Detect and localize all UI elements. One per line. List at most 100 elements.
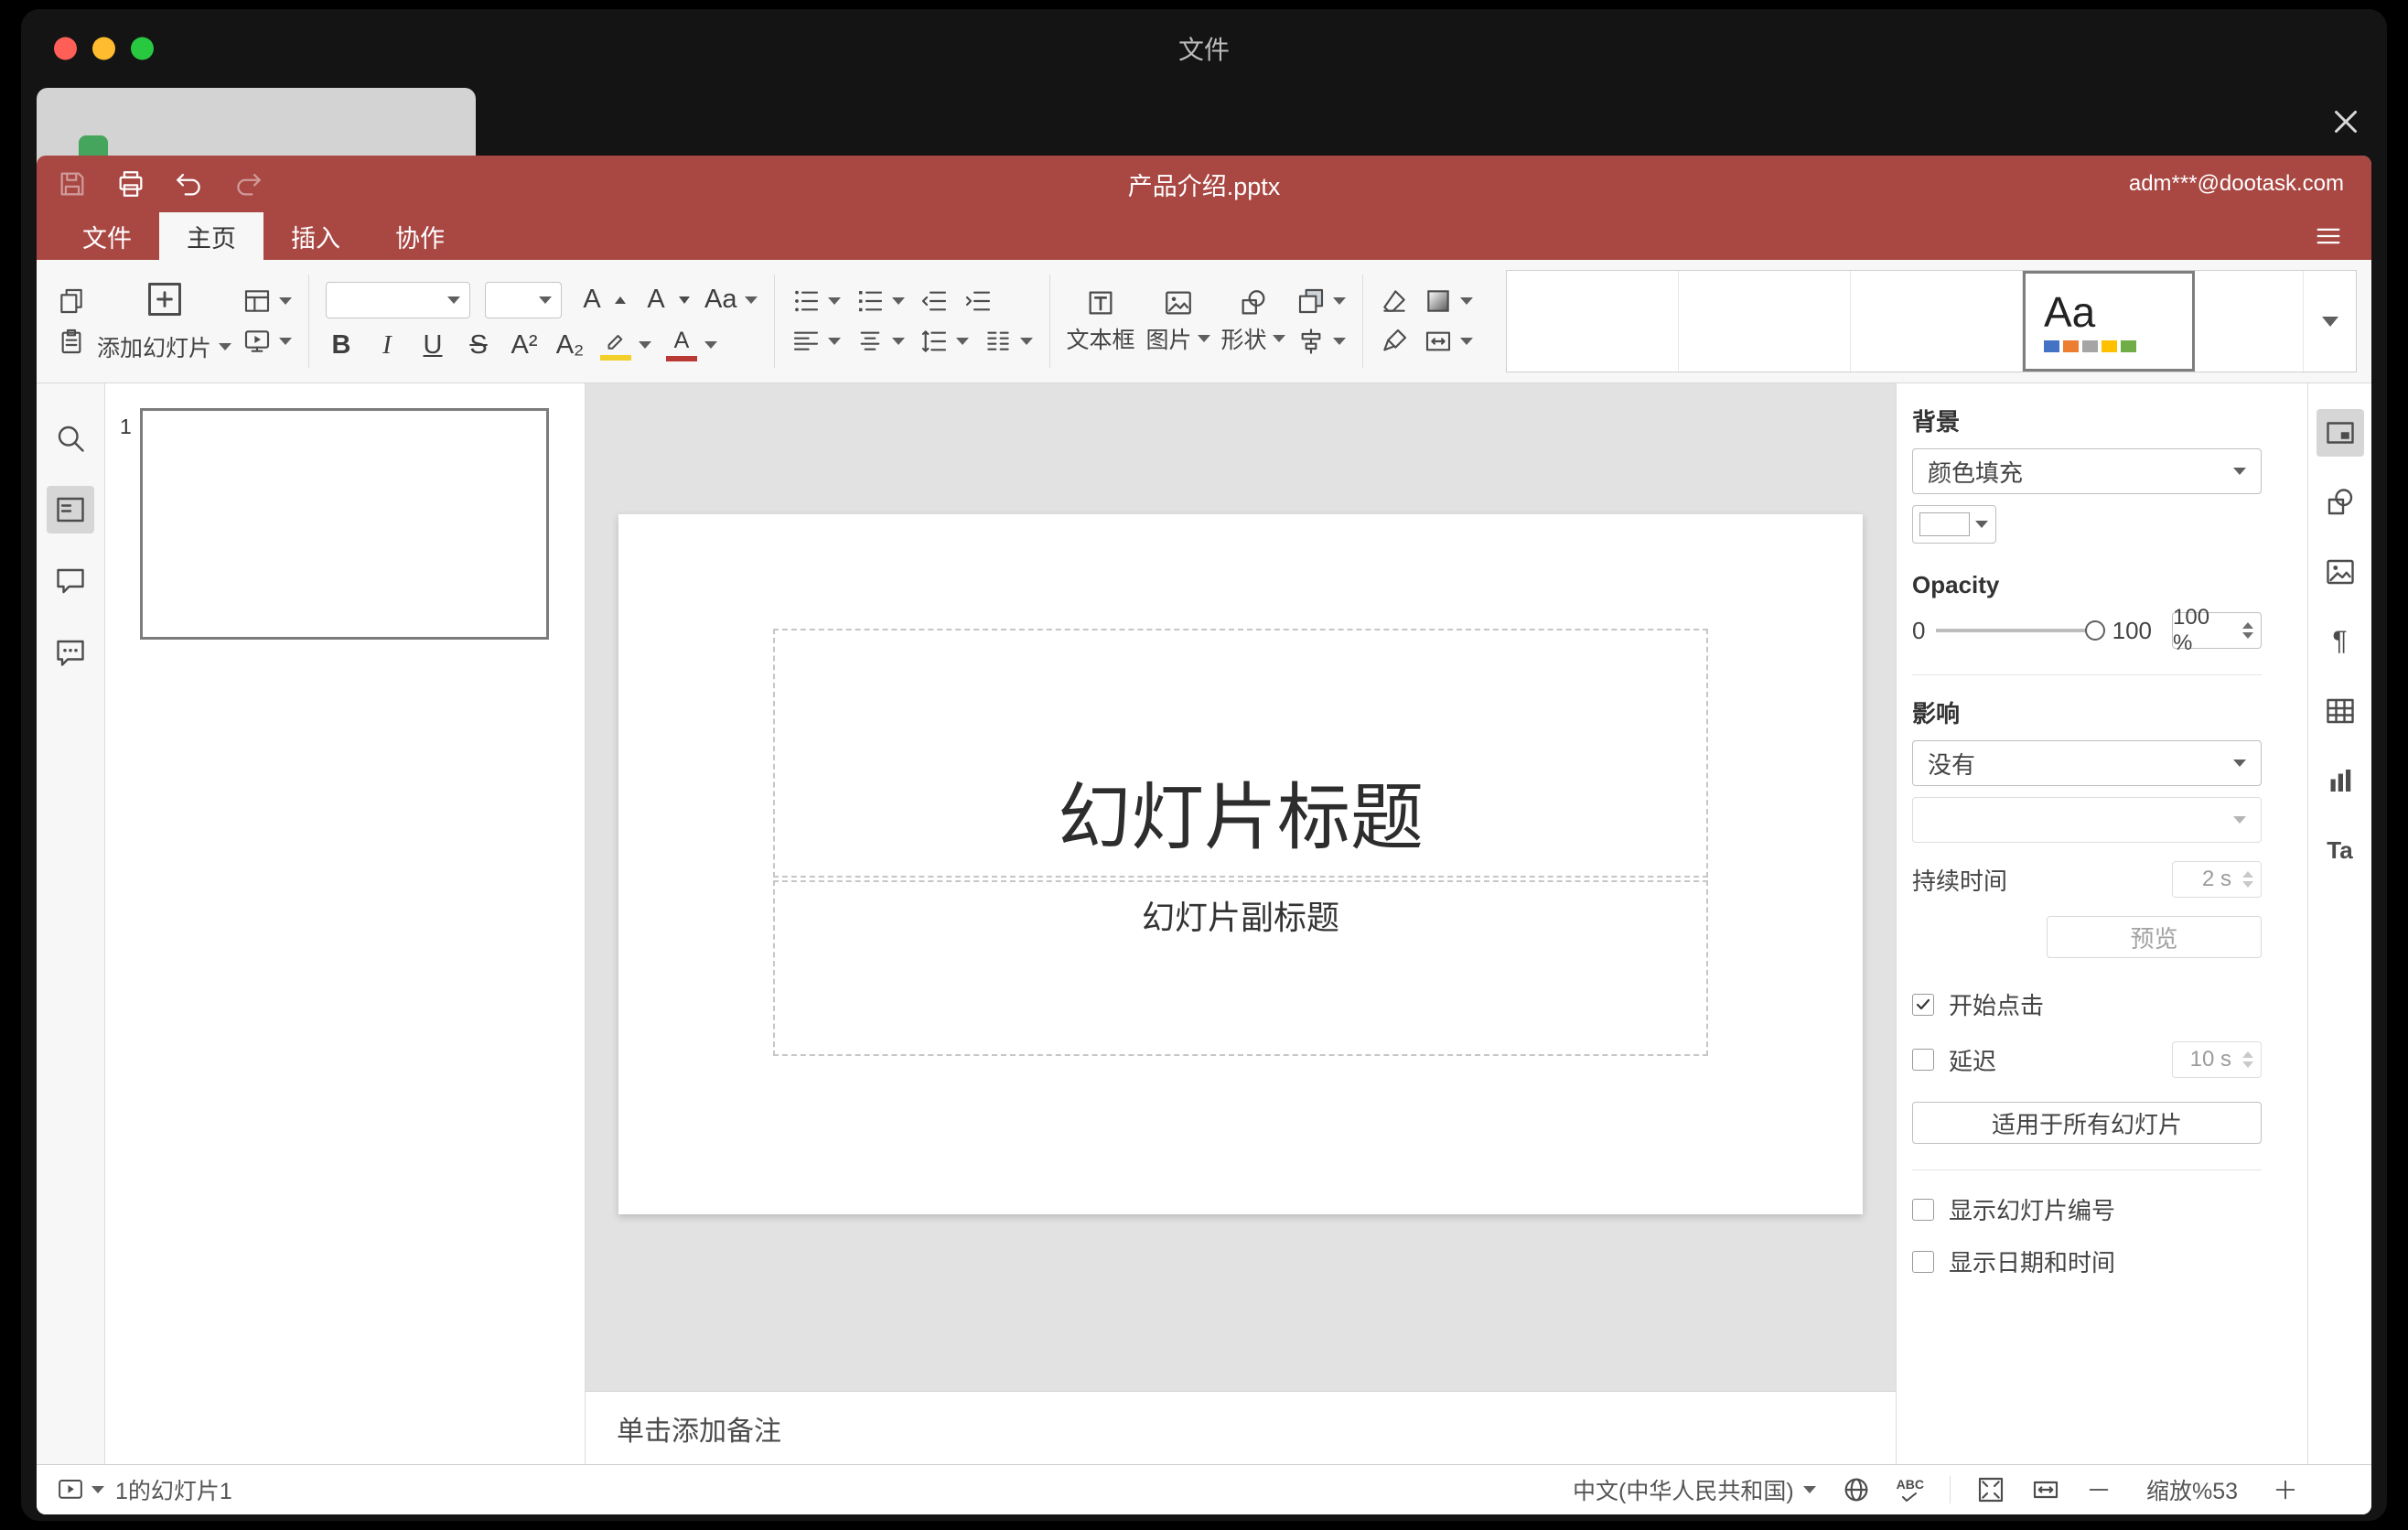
slide-layout-button[interactable] <box>242 286 293 316</box>
arrange-shapes-button[interactable] <box>1296 286 1346 316</box>
document-language-button[interactable] <box>1842 1475 1871 1504</box>
highlight-color-button[interactable] <box>600 329 632 361</box>
delay-checkbox[interactable] <box>1912 1049 1934 1071</box>
start-slideshow-statusbar-button[interactable] <box>57 1476 104 1503</box>
save-button[interactable] <box>55 167 90 201</box>
show-date-time-checkbox[interactable] <box>1912 1250 1934 1273</box>
image-settings-tab[interactable] <box>2317 548 2364 596</box>
undo-button[interactable] <box>172 167 207 201</box>
menu-icon[interactable] <box>2313 221 2344 252</box>
delay-spinner[interactable]: 10 s <box>2172 1041 2262 1078</box>
horizontal-align-button[interactable] <box>791 327 841 356</box>
font-name-combo[interactable] <box>326 281 471 318</box>
theme-option-2[interactable] <box>1679 271 1851 372</box>
copy-button[interactable] <box>57 286 86 316</box>
increase-indent-button[interactable] <box>963 286 993 316</box>
start-slideshow-button[interactable] <box>242 327 293 356</box>
textart-settings-tab[interactable]: Ta <box>2317 826 2364 874</box>
preview-button[interactable]: 预览 <box>2047 916 2262 958</box>
change-case-button[interactable]: Aa <box>704 286 758 313</box>
shape-fill-button[interactable] <box>1424 286 1473 316</box>
paste-button[interactable] <box>57 327 86 356</box>
slides-panel-button[interactable] <box>47 486 94 533</box>
spinner-arrows-icon[interactable] <box>2242 1051 2253 1068</box>
columns-button[interactable] <box>984 327 1033 356</box>
zoom-traffic-light[interactable] <box>131 37 154 60</box>
font-size-combo[interactable] <box>485 281 563 318</box>
table-settings-tab[interactable] <box>2317 687 2364 735</box>
font-color-button[interactable]: A <box>666 329 698 361</box>
tab-insert[interactable]: 插入 <box>263 212 368 260</box>
slide-canvas[interactable]: 幻灯片标题 幻灯片副标题 <box>618 514 1863 1214</box>
fit-to-width-button[interactable] <box>2031 1475 2060 1504</box>
tab-collaboration[interactable]: 协作 <box>368 212 472 260</box>
zoom-out-button[interactable] <box>2086 1477 2112 1503</box>
opacity-spinner[interactable]: 100 % <box>2172 605 2262 655</box>
canvas-area[interactable]: 幻灯片标题 幻灯片副标题 <box>586 383 1896 1391</box>
spellcheck-button[interactable]: ABC <box>1897 1478 1924 1502</box>
numbering-button[interactable] <box>855 286 905 316</box>
chart-settings-tab[interactable] <box>2317 757 2364 804</box>
align-shapes-button[interactable] <box>1296 327 1346 356</box>
bullets-button[interactable] <box>791 286 841 316</box>
toolbar-divider <box>773 275 775 368</box>
slide-thumbnail[interactable] <box>140 408 549 640</box>
decrease-font-button[interactable]: A <box>640 286 691 313</box>
minimize-traffic-light[interactable] <box>92 37 115 60</box>
notes-area[interactable]: 单击添加备注 <box>586 1391 1896 1464</box>
italic-button[interactable]: I <box>371 331 403 359</box>
textbox-button[interactable]: 文本框 <box>1067 287 1135 355</box>
close-traffic-light[interactable] <box>54 37 77 60</box>
theme-option-selected[interactable]: Aa <box>2023 271 2195 372</box>
tab-home[interactable]: 主页 <box>159 212 263 260</box>
effect-select[interactable]: 没有 <box>1912 740 2262 786</box>
paragraph-settings-tab[interactable]: ¶ <box>2317 618 2364 665</box>
insert-shape-button[interactable]: 形状 <box>1221 287 1285 355</box>
increase-font-button[interactable]: A <box>576 286 627 313</box>
slide-subtitle-placeholder[interactable]: 幻灯片副标题 <box>773 880 1708 1056</box>
vertical-align-button[interactable] <box>855 327 905 356</box>
line-spacing-button[interactable] <box>919 327 969 356</box>
opacity-slider[interactable] <box>1936 620 2105 641</box>
tab-file[interactable]: 文件 <box>55 212 159 260</box>
print-button[interactable] <box>113 167 148 201</box>
feedback-button[interactable] <box>47 629 94 676</box>
clear-style-button[interactable] <box>1380 286 1409 316</box>
background-color-picker[interactable] <box>1912 505 1996 544</box>
effect-variant-select[interactable] <box>1912 797 2262 843</box>
add-slide-icon[interactable] <box>145 279 185 319</box>
theme-option-3[interactable] <box>1851 271 2023 372</box>
apply-to-all-slides-button[interactable]: 适用于所有幻灯片 <box>1912 1102 2262 1144</box>
spinner-arrows-icon[interactable] <box>2242 871 2253 888</box>
spinner-arrows-icon[interactable] <box>2242 622 2253 639</box>
add-slide-button[interactable]: 添加幻灯片 <box>97 330 232 363</box>
shape-settings-tab[interactable] <box>2317 479 2364 526</box>
chevron-down-icon <box>1272 335 1285 342</box>
background-fill-select[interactable]: 颜色填充 <box>1912 448 2262 494</box>
strikeout-button[interactable]: S <box>463 331 494 359</box>
chevron-down-icon <box>1975 521 1988 528</box>
start-on-click-checkbox[interactable] <box>1912 993 1934 1016</box>
theme-option-1[interactable] <box>1507 271 1679 372</box>
superscript-button[interactable]: A² <box>509 331 540 359</box>
slide-size-button[interactable] <box>1424 327 1473 356</box>
duration-spinner[interactable]: 2 s <box>2172 861 2262 898</box>
comments-button[interactable] <box>47 557 94 605</box>
redo-button[interactable] <box>231 167 265 201</box>
opacity-slider-knob[interactable] <box>2084 620 2105 641</box>
fit-to-slide-button[interactable] <box>1976 1475 2005 1504</box>
close-icon[interactable] <box>2328 104 2363 139</box>
subscript-button[interactable]: A₂ <box>554 331 586 359</box>
bold-button[interactable]: B <box>326 331 357 359</box>
zoom-in-button[interactable] <box>2273 1477 2298 1503</box>
language-selector[interactable]: 中文(中华人民共和国) <box>1573 1473 1816 1506</box>
decrease-indent-button[interactable] <box>919 286 949 316</box>
copy-style-button[interactable] <box>1380 327 1409 356</box>
underline-button[interactable]: U <box>417 331 448 359</box>
slide-settings-tab[interactable] <box>2316 409 2364 457</box>
slide-title-placeholder[interactable]: 幻灯片标题 <box>773 629 1708 878</box>
theme-gallery-expand-button[interactable] <box>2303 271 2356 372</box>
search-button[interactable] <box>47 415 94 462</box>
insert-image-button[interactable]: 图片 <box>1146 287 1210 355</box>
show-slide-number-checkbox[interactable] <box>1912 1198 1934 1221</box>
